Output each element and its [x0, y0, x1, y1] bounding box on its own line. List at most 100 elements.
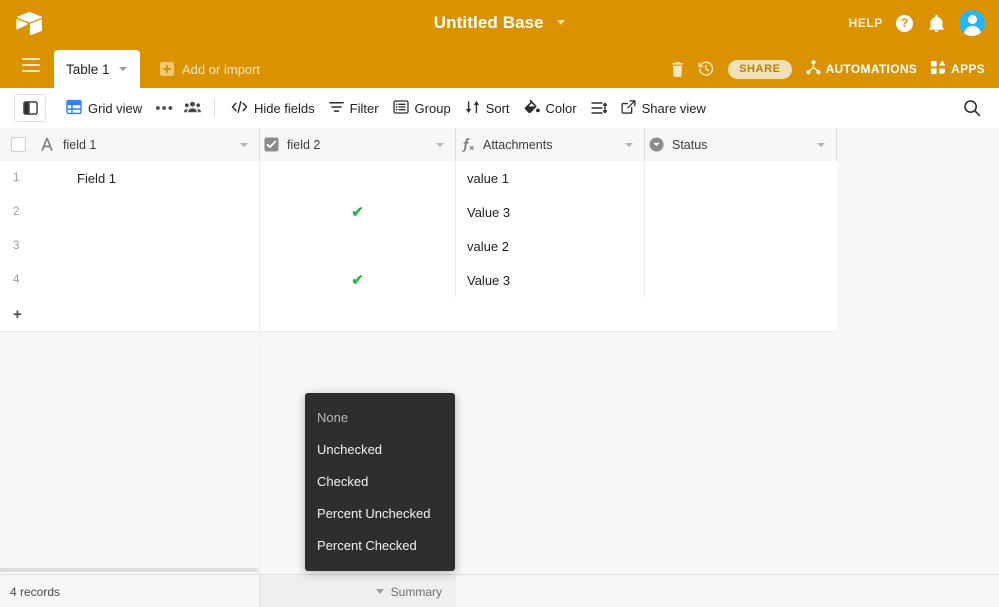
question-mark-icon[interactable]: ? — [896, 14, 913, 32]
row-number: 1 — [13, 172, 20, 184]
cell-attachments[interactable]: Value 3 — [456, 195, 645, 229]
plus-icon[interactable]: + — [0, 297, 36, 331]
table-row[interactable]: 2 ✔ Value 3 — [0, 195, 837, 230]
tab-bar-actions: SHARE AUTOMATIONS APPS — [671, 50, 985, 88]
ellipsis-icon[interactable]: ••• — [149, 101, 180, 116]
apps-button[interactable]: APPS — [931, 60, 985, 78]
share-external-icon — [621, 99, 636, 117]
cell-field-2[interactable] — [260, 161, 456, 195]
grid-vertical-guide — [259, 344, 260, 574]
group-icon — [392, 99, 409, 117]
add-row-cell-rest — [260, 297, 837, 331]
automations-button[interactable]: AUTOMATIONS — [805, 60, 918, 78]
menu-item-none[interactable]: None — [305, 403, 455, 431]
group-label: Group — [414, 100, 451, 116]
sort-icon — [465, 100, 480, 117]
add-or-import-label: Add or import — [182, 61, 261, 77]
sort-label: Sort — [485, 100, 510, 116]
cell-attachments[interactable]: value 1 — [456, 161, 645, 195]
select-all-cell[interactable] — [0, 128, 36, 161]
cell-field-1[interactable]: Field 1 — [36, 161, 260, 195]
summary-function-menu[interactable]: None Unchecked Checked Percent Unchecked… — [305, 393, 455, 571]
cell-field-2[interactable]: ✔ — [260, 195, 456, 229]
record-count-label: 4 records — [10, 584, 61, 599]
search-icon[interactable] — [961, 97, 983, 119]
column-name: field 2 — [287, 137, 321, 152]
sort-button[interactable]: Sort — [458, 95, 517, 121]
collaborators-button[interactable] — [180, 95, 205, 121]
hamburger-menu-icon[interactable] — [22, 58, 40, 72]
chevron-down-icon[interactable] — [625, 142, 633, 147]
apps-label: APPS — [951, 62, 985, 76]
hide-fields-label: Hide fields — [253, 100, 315, 116]
footer-bar: 4 records Summary — [0, 574, 999, 607]
trash-icon[interactable] — [671, 61, 684, 77]
column-header-status[interactable]: Status — [645, 128, 837, 161]
add-or-import-button[interactable]: Add or import — [150, 50, 270, 88]
caret-down-icon — [375, 589, 384, 594]
share-view-button[interactable]: Share view — [614, 95, 713, 121]
checkbox-unchecked-icon[interactable] — [10, 137, 26, 152]
filter-button[interactable]: Filter — [322, 95, 386, 121]
tab-table-1[interactable]: Table 1 — [54, 50, 140, 88]
cell-field-2[interactable] — [260, 229, 456, 263]
column-header-attachments[interactable]: Attachments — [456, 128, 645, 161]
single-select-field-icon — [645, 137, 667, 152]
automations-node-icon — [805, 60, 821, 78]
airtable-grid-app: Untitled Base HELP ? Table 1 Add or impo… — [0, 0, 999, 607]
summary-label: Summary — [390, 584, 442, 599]
grid-view-button[interactable]: Grid view — [59, 95, 149, 121]
view-toolbar: Grid view ••• Hide fields Filter Group S… — [0, 88, 999, 129]
sidebar-panel-icon[interactable] — [14, 94, 46, 122]
clock-history-icon[interactable] — [698, 61, 714, 77]
column-header-field-1[interactable]: field 1 — [36, 128, 260, 161]
group-button[interactable]: Group — [386, 95, 458, 121]
bell-icon[interactable] — [926, 13, 946, 33]
cell-status[interactable] — [645, 263, 837, 297]
cell-status[interactable] — [645, 195, 837, 229]
color-label: Color — [545, 100, 577, 116]
chevron-down-icon[interactable] — [817, 142, 825, 147]
summary-cell[interactable]: Summary — [260, 575, 456, 607]
airtable-cube-icon[interactable] — [14, 8, 44, 38]
menu-item-percent-unchecked[interactable]: Percent Unchecked — [305, 499, 455, 527]
menu-item-unchecked[interactable]: Unchecked — [305, 435, 455, 463]
hide-fields-button[interactable]: Hide fields — [224, 95, 322, 121]
color-paint-icon — [524, 99, 540, 117]
avatar[interactable] — [959, 10, 985, 36]
menu-item-percent-checked[interactable]: Percent Checked — [305, 531, 455, 559]
color-button[interactable]: Color — [517, 95, 584, 121]
help-label[interactable]: HELP — [849, 16, 883, 30]
formula-field-icon — [456, 137, 478, 152]
table-row[interactable]: 4 ✔ Value 3 — [0, 263, 837, 298]
plus-square-icon — [160, 62, 174, 76]
grid-header-row: field 1 field 2 Attachments Status — [0, 128, 837, 162]
column-header-field-2[interactable]: field 2 — [260, 128, 456, 161]
menu-item-checked[interactable]: Checked — [305, 467, 455, 495]
chevron-down-icon[interactable] — [118, 67, 127, 71]
add-record-row[interactable]: + — [0, 297, 837, 332]
cell-field-1[interactable] — [36, 195, 260, 229]
base-title-button[interactable]: Untitled Base — [434, 13, 566, 33]
chevron-down-icon[interactable] — [240, 142, 248, 147]
cell-field-1[interactable] — [36, 263, 260, 297]
top-header-bar: Untitled Base HELP ? — [0, 0, 999, 46]
chevron-down-icon[interactable] — [436, 142, 444, 147]
cell-attachments[interactable]: Value 3 — [456, 263, 645, 297]
column-name: Attachments — [483, 137, 553, 152]
cell-status[interactable] — [645, 161, 837, 195]
share-button[interactable]: SHARE — [728, 59, 792, 79]
filter-label: Filter — [349, 100, 379, 116]
row-height-icon[interactable] — [584, 95, 614, 121]
horizontal-scrollbar[interactable] — [0, 568, 258, 572]
cell-field-2[interactable]: ✔ — [260, 263, 456, 297]
filter-icon — [328, 100, 344, 117]
cell-status[interactable] — [645, 229, 837, 263]
grid-area: field 1 field 2 Attachments Status 1 Fie… — [0, 128, 999, 574]
table-row[interactable]: 1 Field 1 value 1 — [0, 161, 837, 196]
people-icon — [183, 100, 201, 117]
cell-attachments[interactable]: value 2 — [456, 229, 645, 263]
cell-field-1[interactable] — [36, 229, 260, 263]
table-row[interactable]: 3 value 2 — [0, 229, 837, 264]
apps-grid-icon — [931, 60, 946, 78]
